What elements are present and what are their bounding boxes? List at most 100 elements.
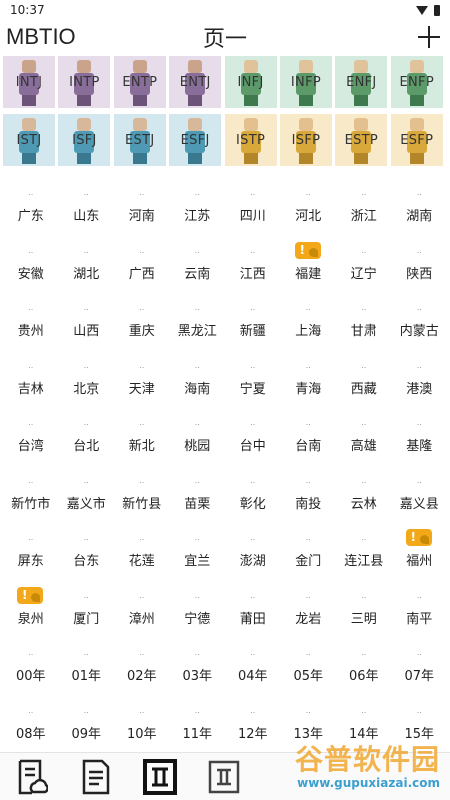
grid-cell[interactable]: .. 澎湖 [225,531,281,589]
cell-dots: .. [28,475,34,485]
grid-cell[interactable]: .. 安徽 [3,244,59,302]
grid-cell[interactable]: .. 南投 [281,474,337,532]
grid-cell[interactable]: .. 台北 [59,416,115,474]
grid-cell[interactable]: .. 北京 [59,359,115,417]
mbti-tile-enfj[interactable]: ENFJ [335,56,388,108]
nav-note-cloud[interactable] [14,757,50,797]
grid-cell[interactable]: .. 广东 [3,186,59,244]
grid-cell[interactable]: .. 宁夏 [225,359,281,417]
grid-cell[interactable]: .. 新竹县 [114,474,170,532]
mbti-tile-isfp[interactable]: ISFP [279,114,332,166]
grid-cell[interactable]: .. 湖南 [392,186,448,244]
cell-dots: .. [83,360,89,370]
grid-cell[interactable]: .. 新竹市 [3,474,59,532]
mbti-tile-estp[interactable]: ESTP [335,114,388,166]
mbti-tile-isfj[interactable]: ISFJ [58,114,111,166]
grid-cell[interactable]: .. 台湾 [3,416,59,474]
grid-cell[interactable]: .. 莆田 [225,589,281,647]
grid-cell[interactable]: .. 山西 [59,301,115,359]
grid-cell[interactable]: .. 龙岩 [281,589,337,647]
grid-cell[interactable]: .. 云南 [170,244,226,302]
grid-cell[interactable]: .. 00年 [3,646,59,704]
grid-cell[interactable]: .. 桃园 [170,416,226,474]
grid-cell[interactable]: ! 泉州 [3,586,59,647]
grid-cell[interactable]: .. 四川 [225,186,281,244]
grid-cell[interactable]: .. 陕西 [392,244,448,302]
cell-label: 四川 [239,209,266,224]
cell-label: 浙江 [350,209,377,224]
cell-dots: .. [416,360,422,370]
grid-cell[interactable]: .. 江西 [225,244,281,302]
grid-cell[interactable]: .. 04年 [225,646,281,704]
grid-cell[interactable]: .. 彰化 [225,474,281,532]
grid-cell[interactable]: .. 漳州 [114,589,170,647]
nav-notes[interactable] [78,757,114,797]
mbti-tile-infj[interactable]: INFJ [224,56,277,108]
grid-cell[interactable]: .. 江苏 [170,186,226,244]
grid-cell[interactable]: .. 辽宁 [336,244,392,302]
grid-cell[interactable]: .. 重庆 [114,301,170,359]
grid-cell[interactable]: .. 吉林 [3,359,59,417]
grid-cell[interactable]: .. 07年 [392,646,448,704]
grid-cell[interactable]: .. 湖北 [59,244,115,302]
nav-page-one[interactable] [142,757,178,797]
grid-cell[interactable]: .. 苗栗 [170,474,226,532]
grid-cell[interactable]: .. 02年 [114,646,170,704]
grid-cell[interactable]: .. 屏东 [3,531,59,589]
grid-cell[interactable]: .. 嘉义县 [392,474,448,532]
grid-cell[interactable]: .. 新疆 [225,301,281,359]
grid-cell[interactable]: .. 宁德 [170,589,226,647]
grid-cell[interactable]: .. 黑龙江 [170,301,226,359]
mbti-tile-infp[interactable]: INFP [279,56,332,108]
add-button[interactable] [414,22,444,52]
grid-cell[interactable]: .. 内蒙古 [392,301,448,359]
grid-cell[interactable]: .. 高雄 [336,416,392,474]
grid-cell[interactable]: .. 甘肃 [336,301,392,359]
mbti-tile-esfp[interactable]: ESFP [390,114,443,166]
grid-cell[interactable]: .. 山东 [59,186,115,244]
grid-cell[interactable]: .. 三明 [336,589,392,647]
grid-cell[interactable]: .. 浙江 [336,186,392,244]
grid-cell[interactable]: .. 宜兰 [170,531,226,589]
grid-cell[interactable]: .. 花莲 [114,531,170,589]
grid-cell[interactable]: .. 基隆 [392,416,448,474]
grid-cell[interactable]: .. 青海 [281,359,337,417]
grid-cell[interactable]: .. 03年 [170,646,226,704]
grid-cell[interactable]: .. 新北 [114,416,170,474]
grid-cell[interactable]: .. 台东 [59,531,115,589]
mbti-tile-intp[interactable]: INTP [58,56,111,108]
grid-cell[interactable]: .. 台南 [281,416,337,474]
grid-cell[interactable]: .. 连江县 [336,531,392,589]
grid-cell[interactable]: .. 金门 [281,531,337,589]
grid-cell[interactable]: .. 西藏 [336,359,392,417]
mbti-tile-esfj[interactable]: ESFJ [169,114,222,166]
grid-cell[interactable]: .. 贵州 [3,301,59,359]
grid-cell[interactable]: ! 福建 [281,241,337,302]
grid-cell[interactable]: .. 港澳 [392,359,448,417]
grid-cell[interactable]: .. 河南 [114,186,170,244]
grid-cell[interactable]: .. 上海 [281,301,337,359]
cell-dots: .. [305,533,311,542]
grid-cell[interactable]: .. 05年 [281,646,337,704]
grid-cell[interactable]: .. 厦门 [59,589,115,647]
mbti-tile-istp[interactable]: ISTP [224,114,277,166]
grid-cell[interactable]: .. 南平 [392,589,448,647]
mbti-tile-estj[interactable]: ESTJ [113,114,166,166]
grid-cell[interactable]: ! 福州 [392,529,448,589]
grid-cell[interactable]: .. 云林 [336,474,392,532]
grid-cell[interactable]: .. 01年 [59,646,115,704]
cell-label: 湖北 [73,266,100,282]
grid-cell[interactable]: .. 天津 [114,359,170,417]
mbti-tile-entp[interactable]: ENTP [113,56,166,108]
mbti-tile-entj[interactable]: ENTJ [169,56,222,108]
grid-cell[interactable]: .. 嘉义市 [59,474,115,532]
mbti-tile-intj[interactable]: INTJ [3,56,55,108]
grid-cell[interactable]: .. 台中 [225,416,281,474]
grid-cell[interactable]: .. 06年 [336,646,392,704]
nav-page-two[interactable] [206,757,242,797]
mbti-tile-enfp[interactable]: ENFP [390,56,443,108]
grid-cell[interactable]: .. 海南 [170,359,226,417]
grid-cell[interactable]: .. 广西 [114,244,170,302]
grid-cell[interactable]: .. 河北 [281,186,337,244]
mbti-tile-istj[interactable]: ISTJ [3,114,55,166]
